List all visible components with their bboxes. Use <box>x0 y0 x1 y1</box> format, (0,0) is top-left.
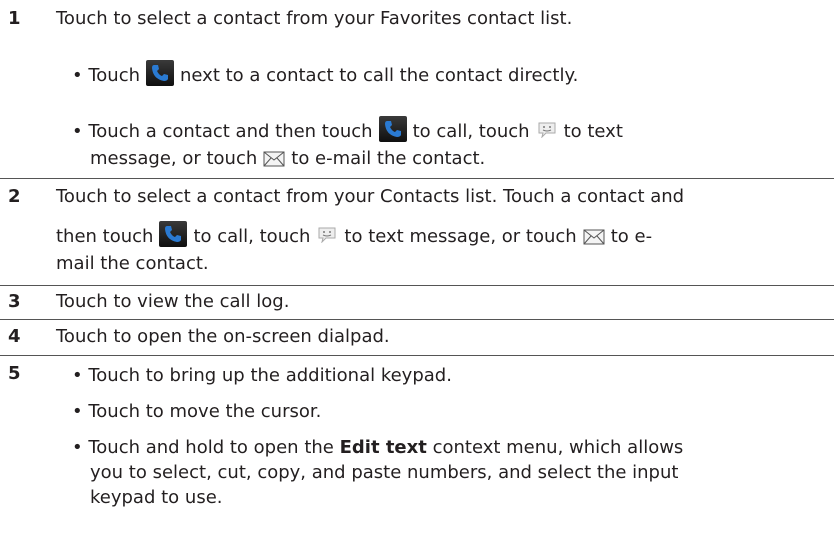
list-item-continued: message, or touch to e-mail the contact. <box>90 148 486 169</box>
phone-icon <box>146 60 175 86</box>
row-text: Touch to select a contact from your Favo… <box>56 8 573 29</box>
edit-text-menu-name: Edit text <box>339 437 427 458</box>
list-item: • Touch to move the cursor. <box>72 401 322 422</box>
row-text: mail the contact. <box>56 253 209 274</box>
list-item: • Touch next to a contact to call the con… <box>72 60 578 89</box>
envelope-icon <box>263 151 285 167</box>
sms-bubble-icon <box>537 122 557 139</box>
list-item-continued: you to select, cut, copy, and paste numb… <box>90 462 679 483</box>
table-row: 1 Touch to select a contact from your Fa… <box>0 0 834 174</box>
row-text: Touch to view the call log. <box>56 291 290 312</box>
sms-bubble-icon <box>317 227 337 244</box>
table-row: 5 • Touch to bring up the additional key… <box>0 356 834 553</box>
row-text: Touch to select a contact from your Cont… <box>56 186 685 207</box>
list-item-continued: keypad to use. <box>90 487 223 508</box>
row-number: 3 <box>8 291 21 312</box>
phone-icon <box>378 116 407 142</box>
envelope-icon <box>583 229 605 245</box>
list-item: • Touch to bring up the additional keypa… <box>72 365 452 386</box>
instruction-table: 1 Touch to select a contact from your Fa… <box>0 0 834 553</box>
row-number: 5 <box>8 363 21 384</box>
row-text: then touch to call, touch to text message,… <box>56 221 652 250</box>
list-item: • Touch a contact and then touch to call,… <box>72 116 623 145</box>
phone-icon <box>159 221 188 247</box>
row-text: Touch to open the on-screen dialpad. <box>56 326 390 347</box>
row-number: 4 <box>8 326 21 347</box>
row-number: 1 <box>8 8 21 29</box>
row-number: 2 <box>8 186 21 207</box>
list-item: • Touch and hold to open the Edit text c… <box>72 437 684 458</box>
table-row: 3 Touch to view the call log. <box>0 286 834 320</box>
table-row: 2 Touch to select a contact from your Co… <box>0 179 834 295</box>
table-row: 4 Touch to open the on-screen dialpad. <box>0 320 834 354</box>
